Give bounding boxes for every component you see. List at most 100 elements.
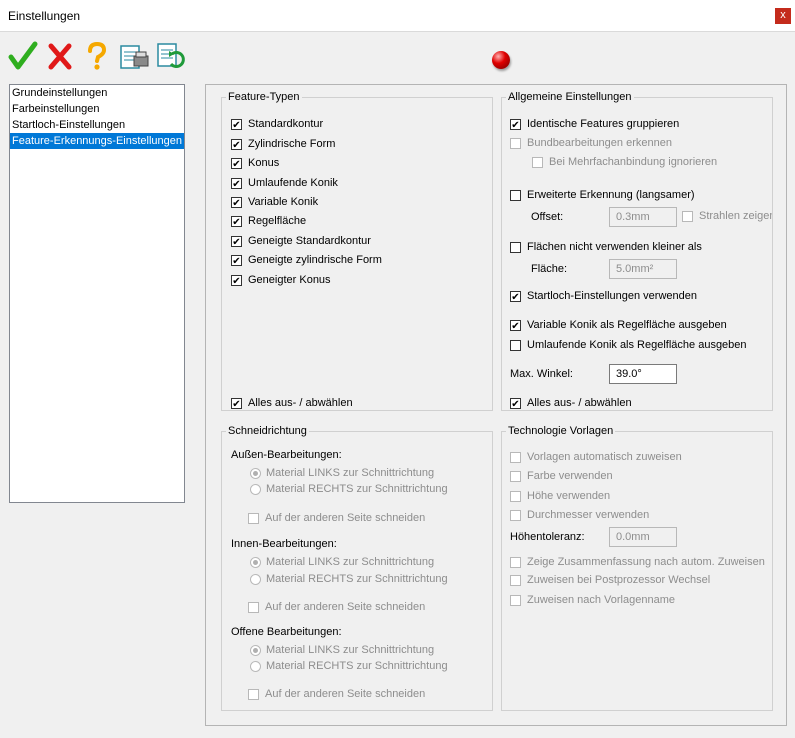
checkbox[interactable] <box>510 470 521 482</box>
open-material-left-radio[interactable]: Material LINKS zur Schnittrichtung <box>250 642 434 658</box>
feature-geneigter-konus[interactable]: ✔ Geneigter Konus <box>231 272 331 288</box>
checkbox[interactable]: ✔ <box>231 397 242 410</box>
feature-regelflaeche[interactable]: ✔ Regelfläche <box>231 213 306 229</box>
checkbox[interactable] <box>510 451 521 463</box>
checkbox[interactable] <box>510 594 521 606</box>
checkbox-label: Bundbearbeitungen erkennen <box>527 137 672 149</box>
radio[interactable] <box>250 644 261 656</box>
inner-material-right-radio[interactable]: Material RECHTS zur Schnittrichtung <box>250 571 448 587</box>
close-button[interactable]: x <box>775 8 791 24</box>
feature-umlaufende-konik[interactable]: ✔ Umlaufende Konik <box>231 175 338 191</box>
rays-checkbox[interactable]: Strahlen zeigen <box>682 208 772 224</box>
checkbox[interactable]: ✔ <box>510 397 521 410</box>
checkbox[interactable]: ✔ <box>231 196 242 209</box>
checkbox[interactable] <box>510 509 521 521</box>
general-select-all[interactable]: ✔ Alles aus- / abwählen <box>510 395 632 411</box>
ignore-multi-checkbox[interactable]: Bei Mehrfachanbindung ignorieren <box>532 154 717 170</box>
radio[interactable] <box>250 556 261 568</box>
startloch-settings-checkbox[interactable]: ✔ Startloch-Einstellungen verwenden <box>510 288 697 304</box>
checkbox[interactable] <box>510 339 521 351</box>
checkbox-label: Zuweisen bei Postprozessor Wechsel <box>527 574 711 586</box>
radio[interactable] <box>250 483 261 495</box>
checkbox[interactable] <box>532 156 543 168</box>
checkbox[interactable] <box>510 137 521 149</box>
checkbox[interactable]: ✔ <box>231 215 242 228</box>
checkbox[interactable] <box>510 490 521 502</box>
use-color-checkbox[interactable]: Farbe verwenden <box>510 468 613 484</box>
checkbox[interactable]: ✔ <box>231 274 242 287</box>
checkbox-label: Durchmesser verwenden <box>527 509 650 521</box>
checkbox[interactable]: ✔ <box>231 235 242 248</box>
extended-detection-checkbox[interactable]: Erweiterte Erkennung (langsamer) <box>510 187 695 203</box>
feature-konus[interactable]: ✔ Konus <box>231 155 279 171</box>
outer-other-side-checkbox[interactable]: Auf der anderen Seite schneiden <box>248 510 425 526</box>
outer-material-left-radio[interactable]: Material LINKS zur Schnittrichtung <box>250 465 434 481</box>
checkbox[interactable]: ✔ <box>231 157 242 170</box>
height-tolerance-label: Höhentoleranz: <box>510 531 585 543</box>
document-refresh-icon[interactable] <box>155 40 185 72</box>
max-angle-field[interactable]: 39.0° <box>609 364 677 384</box>
feature-select-all[interactable]: ✔ Alles aus- / abwählen <box>231 395 353 411</box>
nav-item-farbeinstellungen[interactable]: Farbeinstellungen <box>10 101 184 117</box>
feature-variable-konik[interactable]: ✔ Variable Konik <box>231 194 318 210</box>
checkbox[interactable] <box>682 210 693 222</box>
assign-template-name-checkbox[interactable]: Zuweisen nach Vorlagenname <box>510 592 675 608</box>
area-field[interactable]: 5.0mm² <box>609 259 677 279</box>
nav-item-grundeinstellungen[interactable]: Grundeinstellungen <box>10 85 184 101</box>
use-diameter-checkbox[interactable]: Durchmesser verwenden <box>510 507 649 523</box>
use-height-checkbox[interactable]: Höhe verwenden <box>510 488 610 504</box>
uml-konik-checkbox[interactable]: Umlaufende Konik als Regelfläche ausgebe… <box>510 337 747 353</box>
open-material-right-radio[interactable]: Material RECHTS zur Schnittrichtung <box>250 658 448 674</box>
show-summary-checkbox[interactable]: Zeige Zusammenfassung nach autom. Zuweis… <box>510 554 765 570</box>
checkbox-label: Farbe verwenden <box>527 470 613 482</box>
checkbox[interactable] <box>248 601 259 613</box>
feature-zylindrische-form[interactable]: ✔ Zylindrische Form <box>231 136 335 152</box>
document-print-icon[interactable] <box>118 40 149 72</box>
general-settings-legend: Allgemeine Einstellungen <box>508 91 632 103</box>
inner-machining-title: Innen-Bearbeitungen: <box>231 538 337 550</box>
checkbox[interactable]: ✔ <box>510 290 521 303</box>
checkbox[interactable]: ✔ <box>231 118 242 131</box>
checkbox[interactable]: ✔ <box>231 177 242 190</box>
outer-material-right-radio[interactable]: Material RECHTS zur Schnittrichtung <box>250 481 448 497</box>
title-bar: Einstellungen x <box>0 0 795 32</box>
check-icon[interactable] <box>8 40 38 72</box>
feature-geneigte-zylindrische-form[interactable]: ✔ Geneigte zylindrische Form <box>231 252 382 268</box>
group-identical-checkbox[interactable]: ✔ Identische Features gruppieren <box>510 116 679 132</box>
feature-standardkontur[interactable]: ✔ Standardkontur <box>231 116 323 132</box>
checkbox[interactable] <box>510 556 521 568</box>
min-area-checkbox[interactable]: Flächen nicht verwenden kleiner als <box>510 239 702 255</box>
cancel-x-icon[interactable] <box>45 40 75 72</box>
open-other-side-checkbox[interactable]: Auf der anderen Seite schneiden <box>248 686 425 702</box>
radio[interactable] <box>250 660 261 672</box>
checkbox[interactable]: ✔ <box>231 254 242 267</box>
nav-item-startloch-einstellungen[interactable]: Startloch-Einstellungen <box>10 117 184 133</box>
checkbox[interactable] <box>248 688 259 700</box>
checkbox-label: Standardkontur <box>248 118 324 130</box>
var-konik-checkbox[interactable]: ✔ Variable Konik als Regelfläche ausgeben <box>510 317 727 333</box>
radio[interactable] <box>250 467 261 479</box>
auto-assign-checkbox[interactable]: Vorlagen automatisch zuweisen <box>510 449 682 465</box>
help-question-icon[interactable] <box>82 40 112 72</box>
inner-material-left-radio[interactable]: Material LINKS zur Schnittrichtung <box>250 554 434 570</box>
assign-postprocessor-checkbox[interactable]: Zuweisen bei Postprozessor Wechsel <box>510 572 710 588</box>
feature-geneigte-standardkontur[interactable]: ✔ Geneigte Standardkontur <box>231 233 371 249</box>
hole-machining-checkbox[interactable]: Bundbearbeitungen erkennen <box>510 135 672 151</box>
offset-field[interactable]: 0.3mm <box>609 207 677 227</box>
checkbox-label: Höhe verwenden <box>527 490 611 502</box>
nav-item-feature-erkennung[interactable]: Feature-Erkennungs-Einstellungen <box>10 133 184 149</box>
checkbox[interactable] <box>510 189 521 201</box>
inner-other-side-checkbox[interactable]: Auf der anderen Seite schneiden <box>248 599 425 615</box>
checkbox[interactable]: ✔ <box>510 118 521 131</box>
checkbox-label: Umlaufende Konik <box>248 177 338 189</box>
checkbox-label: Umlaufende Konik als Regelfläche ausgebe… <box>527 339 747 351</box>
settings-nav-list[interactable]: Grundeinstellungen Farbeinstellungen Sta… <box>9 84 185 503</box>
checkbox[interactable] <box>248 512 259 524</box>
checkbox-label: Konus <box>248 157 280 169</box>
checkbox[interactable]: ✔ <box>231 138 242 151</box>
radio[interactable] <box>250 573 261 585</box>
height-tolerance-field[interactable]: 0.0mm <box>609 527 677 547</box>
checkbox[interactable] <box>510 241 521 253</box>
checkbox[interactable] <box>510 574 521 586</box>
checkbox[interactable]: ✔ <box>510 319 521 332</box>
